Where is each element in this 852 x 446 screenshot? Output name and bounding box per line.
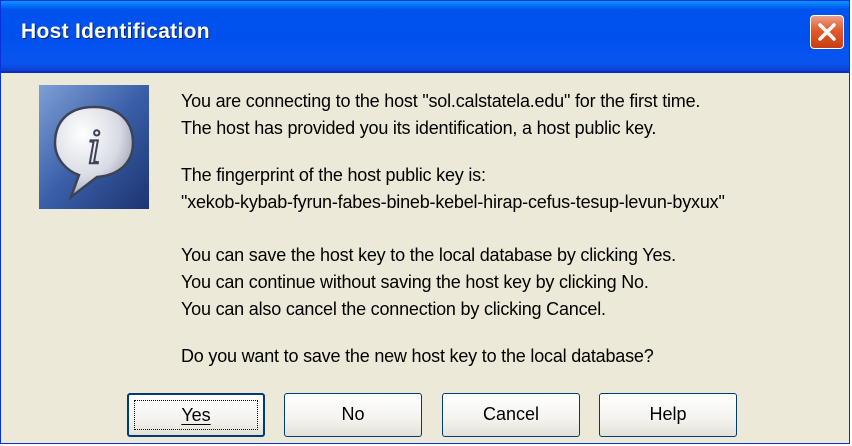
no-button-label: No — [341, 404, 365, 424]
no-button[interactable]: No — [284, 393, 422, 437]
help-button-label: Help — [649, 404, 687, 424]
message-line-6: You can continue without saving the host… — [181, 272, 649, 292]
fingerprint-text: "xekob-kybab-fyrun-fabes-bineb-kebel-hir… — [181, 192, 725, 212]
title-bar[interactable]: Host Identification — [1, 1, 849, 73]
message-line-2: The host has provided you its identifica… — [181, 118, 657, 138]
svg-text:i: i — [87, 118, 101, 174]
cancel-button-label: Cancel — [482, 404, 540, 424]
message-line-5: You can save the host key to the local d… — [181, 245, 676, 265]
message-line-7: You can also cancel the connection by cl… — [181, 299, 606, 319]
message-line-3: The fingerprint of the host public key i… — [181, 165, 486, 185]
close-button[interactable] — [810, 15, 844, 49]
yes-button-label: Yes — [181, 405, 211, 425]
message-line-1: You are connecting to the host "sol.cals… — [181, 91, 701, 111]
yes-button[interactable]: Yes — [127, 393, 265, 437]
question-text: Do you want to save the new host key to … — [181, 346, 654, 366]
dialog-window: Host Identification i You are connecting… — [0, 0, 850, 444]
help-button[interactable]: Help — [599, 393, 737, 437]
window-title: Host Identification — [21, 20, 210, 43]
info-icon: i — [39, 85, 149, 209]
cancel-button[interactable]: Cancel — [442, 393, 580, 437]
close-icon — [818, 23, 836, 41]
